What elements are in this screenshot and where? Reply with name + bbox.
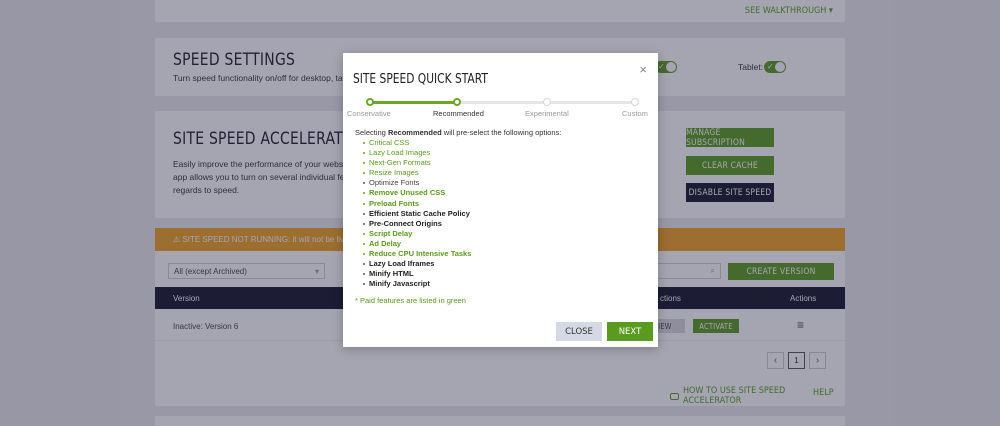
option-item: Minify Javascript xyxy=(362,279,471,289)
option-item: Ad Delay xyxy=(362,239,471,249)
intro-text-after: will pre-select the following options: xyxy=(441,128,562,137)
modal-intro: Selecting Recommended will pre-select th… xyxy=(355,128,561,137)
option-item: Next-Gen Formats xyxy=(362,158,471,168)
intro-text-bold: Recommended xyxy=(387,128,442,137)
option-item: Script Delay xyxy=(362,229,471,239)
option-item: Critical CSS xyxy=(362,138,471,148)
close-icon[interactable]: × xyxy=(639,62,647,77)
option-item: Reduce CPU Intensive Tasks xyxy=(362,249,472,259)
step-dot-conservative[interactable] xyxy=(366,98,374,106)
option-item: Lazy Load Iframes xyxy=(362,259,471,269)
next-button[interactable]: NEXT xyxy=(607,322,653,341)
step-progress xyxy=(366,98,639,106)
option-item: Optimize Fonts xyxy=(362,178,471,188)
step-label-custom[interactable]: Custom xyxy=(622,109,648,118)
step-dot-experimental[interactable] xyxy=(543,98,551,106)
paid-note: * Paid features are listed in green xyxy=(355,296,466,305)
option-item: Remove Unused CSS xyxy=(362,188,471,198)
close-button[interactable]: CLOSE xyxy=(556,322,602,341)
option-list: Critical CSS Lazy Load Images Next-Gen For… xyxy=(362,138,472,289)
option-item: Efficient Static Cache Policy xyxy=(362,208,470,218)
option-item: Lazy Load Images xyxy=(362,148,471,158)
step-dot-custom[interactable] xyxy=(631,98,639,106)
option-item: Minify HTML xyxy=(362,269,471,279)
option-item: Pre-Connect Origins xyxy=(362,219,471,229)
step-label-recommended[interactable]: Recommended xyxy=(433,109,484,118)
step-progress-fill xyxy=(369,101,458,104)
step-label-experimental[interactable]: Experimental xyxy=(525,109,569,118)
option-item: Resize Images xyxy=(362,168,471,178)
option-item: Preload Fonts xyxy=(362,199,471,209)
step-dot-recommended[interactable] xyxy=(453,98,461,106)
modal-title: SITE SPEED QUICK START xyxy=(353,72,488,87)
quick-start-modal: SITE SPEED QUICK START × Conservative Re… xyxy=(343,53,658,347)
step-label-conservative[interactable]: Conservative xyxy=(347,109,391,118)
intro-text-before: Selecting xyxy=(355,128,388,137)
